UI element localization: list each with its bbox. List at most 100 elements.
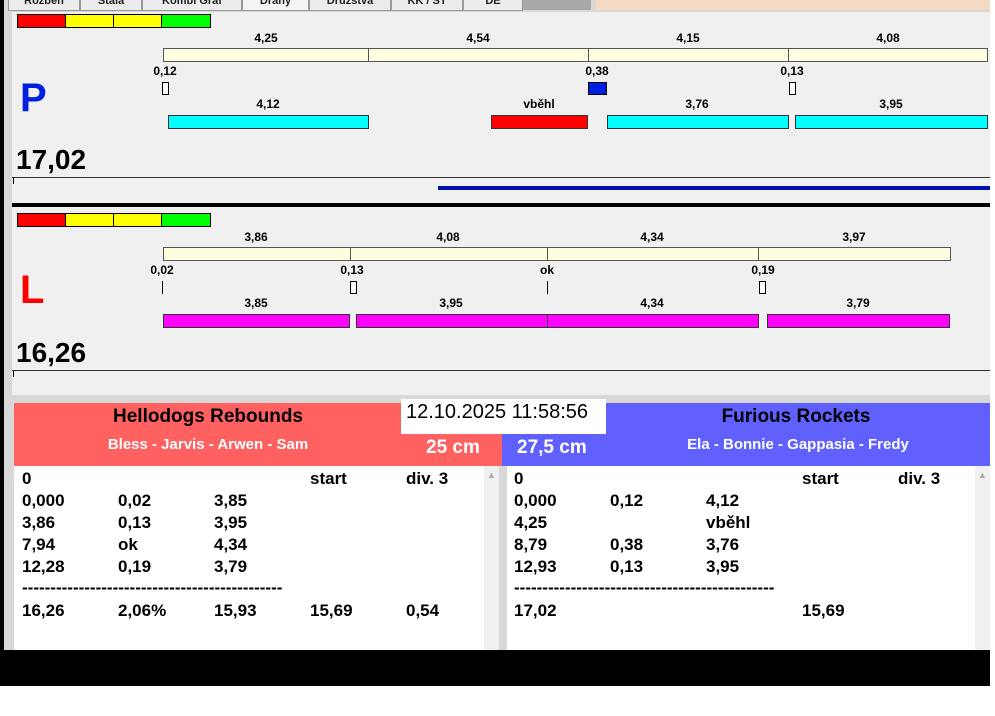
list-separator: ----------------------------------------… bbox=[22, 578, 283, 597]
reaction-time: 0,38 bbox=[585, 64, 609, 78]
reaction-time: 0,13 bbox=[340, 263, 364, 277]
scroll-up-icon[interactable]: ▲ bbox=[484, 470, 499, 480]
progress-tick bbox=[13, 178, 14, 184]
list-cell: 0,000 bbox=[22, 491, 65, 510]
run-bar bbox=[163, 314, 350, 328]
run-time: 4,12 bbox=[256, 97, 280, 111]
list-cell: 4,12 bbox=[706, 491, 740, 510]
list-cell: 3,76 bbox=[706, 535, 740, 554]
right-scrollbar[interactable]: ▲ bbox=[975, 466, 990, 650]
segment-time: 4,34 bbox=[640, 230, 664, 244]
reaction-marker bbox=[350, 281, 357, 294]
run-time: 3,95 bbox=[439, 296, 463, 310]
right-results-list[interactable] bbox=[507, 466, 975, 650]
status-yellow bbox=[65, 14, 114, 28]
segment-time: 4,54 bbox=[466, 31, 490, 45]
reaction-marker bbox=[162, 281, 163, 294]
left-team-name: Hellodogs Rebounds bbox=[113, 406, 303, 427]
list-cell: 0,38 bbox=[610, 535, 644, 554]
list-cell: 3,86 bbox=[22, 513, 56, 532]
tab-rozbeh[interactable]: Rozběh bbox=[8, 0, 80, 11]
reaction-time: 0,19 bbox=[751, 263, 775, 277]
divider bbox=[12, 370, 990, 371]
lane-total: 17,02 bbox=[16, 144, 87, 175]
segment-time: 4,15 bbox=[676, 31, 700, 45]
list-cell: ok bbox=[118, 535, 138, 554]
tab-drahy[interactable]: Dráhy bbox=[242, 0, 309, 11]
status-yellow bbox=[65, 213, 114, 227]
left-results-list[interactable] bbox=[14, 466, 484, 650]
tab-kombi-graf[interactable]: Kombi Graf bbox=[142, 0, 242, 11]
left-team-dogs: Bless - Jarvis - Arwen - Sam bbox=[107, 436, 309, 453]
title-strip bbox=[596, 0, 990, 10]
lane-total: 16,26 bbox=[16, 337, 87, 368]
run-time: 4,34 bbox=[640, 296, 664, 310]
tab-de[interactable]: DE bbox=[463, 0, 523, 11]
run-bar bbox=[547, 314, 759, 328]
segment-bar bbox=[163, 48, 369, 62]
list-cell: 0,12 bbox=[610, 491, 644, 510]
list-total-cell: 15,69 bbox=[310, 601, 353, 620]
list-separator: ----------------------------------------… bbox=[514, 578, 775, 597]
segment-time: 3,97 bbox=[842, 230, 866, 244]
divider bbox=[12, 177, 990, 178]
segment-time: 3,86 bbox=[244, 230, 268, 244]
reaction-marker bbox=[789, 82, 796, 95]
tab-2[interactable]: Stala bbox=[80, 0, 142, 11]
list-header-cell: 0 bbox=[514, 469, 524, 488]
segment-time: 4,08 bbox=[876, 31, 900, 45]
scroll-up-icon[interactable]: ▲ bbox=[975, 470, 990, 480]
run-bar-fault bbox=[491, 115, 588, 129]
datetime: 12.10.2025 11:58:56 bbox=[406, 401, 589, 423]
list-cell: 8,79 bbox=[514, 535, 548, 554]
status-green bbox=[161, 213, 211, 227]
list-cell: 0,19 bbox=[118, 557, 152, 576]
list-total-cell: 2,06% bbox=[118, 601, 167, 620]
run-time: 3,76 bbox=[685, 97, 709, 111]
lane-letter: L bbox=[20, 268, 45, 312]
list-header-cell: 0 bbox=[22, 469, 32, 488]
segment-bar bbox=[758, 247, 951, 261]
lane-letter: P bbox=[20, 76, 47, 120]
list-cell: 12,93 bbox=[514, 557, 557, 576]
list-header-cell: div. 3 bbox=[406, 469, 449, 488]
list-total-cell: 16,26 bbox=[22, 601, 65, 620]
segment-bar bbox=[350, 247, 548, 261]
lane-separator bbox=[12, 203, 990, 207]
list-cell: 12,28 bbox=[22, 557, 65, 576]
list-header-cell: start bbox=[310, 469, 347, 488]
run-bar bbox=[607, 115, 789, 129]
run-time: 3,95 bbox=[879, 97, 903, 111]
list-cell: vběhl bbox=[706, 513, 751, 532]
run-bar bbox=[767, 314, 950, 328]
run-bar bbox=[795, 115, 988, 129]
list-cell: 0,000 bbox=[514, 491, 557, 510]
list-cell: 3,95 bbox=[706, 557, 740, 576]
run-time: 3,79 bbox=[846, 296, 870, 310]
segment-bar bbox=[547, 247, 759, 261]
list-cell: 4,25 bbox=[514, 513, 548, 532]
progress-line bbox=[438, 186, 990, 190]
status-yellow bbox=[113, 14, 162, 28]
segment-time: 4,25 bbox=[254, 31, 278, 45]
reaction-marker bbox=[588, 82, 607, 95]
reaction-marker bbox=[162, 82, 169, 95]
left-team-height: 25 cm bbox=[426, 437, 480, 458]
reaction-time: ok bbox=[539, 263, 555, 277]
left-scrollbar[interactable]: ▲ bbox=[484, 466, 499, 650]
status-green bbox=[161, 14, 211, 28]
tab-druzstva[interactable]: Družstva bbox=[309, 0, 391, 11]
reaction-time: 0,12 bbox=[153, 64, 177, 78]
reaction-time: 0,13 bbox=[780, 64, 804, 78]
reaction-marker bbox=[759, 281, 766, 294]
list-cell: 0,13 bbox=[610, 557, 644, 576]
reaction-marker bbox=[547, 281, 548, 294]
run-bar bbox=[168, 115, 369, 129]
list-header-cell: div. 3 bbox=[898, 469, 941, 488]
segment-bar bbox=[368, 48, 589, 62]
tab-kk-st[interactable]: KK / ST bbox=[391, 0, 463, 11]
list-total-cell: 15,93 bbox=[214, 601, 257, 620]
progress-tick bbox=[13, 371, 14, 377]
run-bar bbox=[356, 314, 548, 328]
segment-bar bbox=[788, 48, 988, 62]
